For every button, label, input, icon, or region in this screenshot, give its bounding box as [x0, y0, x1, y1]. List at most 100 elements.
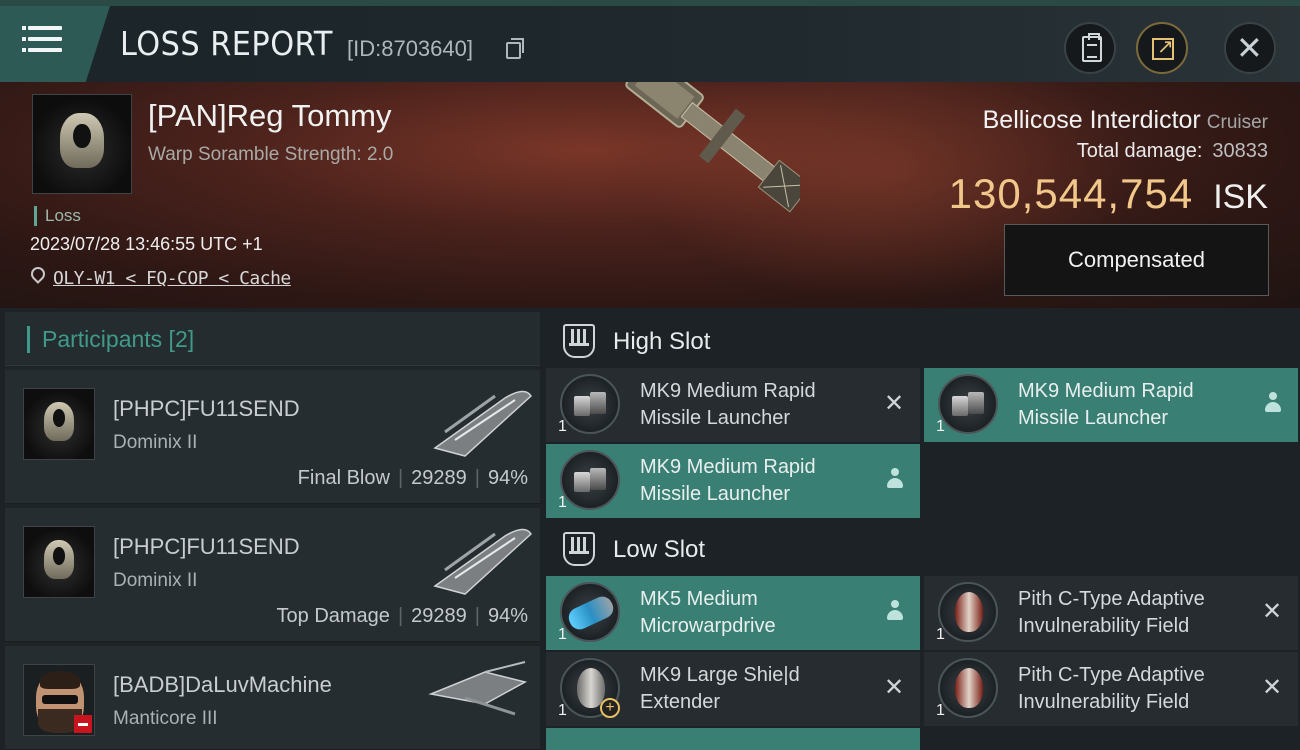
module-item-partial[interactable] — [546, 728, 920, 750]
participant-stats: Final Blow | 29289 | 94% — [297, 467, 528, 489]
module-name: MK5 Medium Microwarpdrive — [640, 588, 776, 637]
participant-ship-render — [433, 528, 532, 595]
module-item[interactable]: 1 MK9 Medium Rapid Missile Launcher ✕ — [546, 368, 920, 442]
module-item[interactable]: 1 Pith C-Type Adaptive Invulnerability Fi… — [924, 652, 1298, 726]
module-name: MK9 Medium Rapid Missile Launcher — [640, 456, 816, 505]
isk-amount: 130,544,754 — [948, 170, 1194, 217]
negative-standing-icon — [74, 715, 92, 733]
victim-subtitle: Warp Soramble Strength: 2.0 — [148, 144, 394, 165]
share-button[interactable] — [1136, 22, 1188, 74]
victim-portrait[interactable] — [32, 94, 132, 194]
isk-currency: ISK — [1213, 178, 1268, 216]
helmet-avatar — [43, 401, 75, 441]
participant-stats: Top Damage | 29289 | 94% — [276, 605, 528, 627]
participants-panel: Participants [2] [PHPC]FU11SEND Dominix … — [5, 312, 540, 750]
participant-damage: 29289 — [411, 467, 467, 489]
microwarpdrive-icon — [560, 582, 620, 642]
participant-name: [PHPC]FU11SEND — [113, 396, 300, 421]
participant-percent: 94% — [487, 605, 528, 627]
participant-card[interactable]: [PHPC]FU11SEND Dominix II Final Blow | 292… — [5, 370, 540, 504]
module-item[interactable]: + 1 MK9 Large Shie|d Extender ✕ — [546, 652, 920, 726]
menu-button[interactable] — [0, 6, 110, 82]
participant-card[interactable]: [PHPC]FU11SEND Dominix II Top Damage | 292… — [5, 508, 540, 642]
ship-name: Bellicose Interdictor — [982, 106, 1201, 134]
victim-name[interactable]: [PAN]Reg Tommy — [148, 98, 391, 134]
participant-portrait — [23, 526, 95, 598]
loss-timestamp: 2023/07/28 13:46:55 UTC +1 — [30, 234, 263, 254]
high-slot-label: High Slot — [613, 328, 711, 355]
module-quantity: 1 — [558, 702, 567, 719]
hamburger-icon — [22, 26, 62, 30]
module-quantity: 1 — [558, 626, 567, 643]
total-damage-label: Total damage: — [1076, 140, 1203, 162]
hamburger-icon-line — [22, 37, 62, 41]
loss-tag: Loss — [34, 206, 81, 226]
total-damage-value: 30833 — [1212, 140, 1268, 162]
module-name: MK9 Medium Rapid Missile Launcher — [1018, 380, 1194, 429]
module-item[interactable]: 1 MK9 Medium Rapid Missile Launcher — [546, 444, 920, 518]
victim-banner: [PAN]Reg Tommy Warp Soramble Strength: 2… — [0, 82, 1300, 308]
page-title: LOSS REPORT — [120, 24, 333, 63]
high-slot-icon — [563, 324, 595, 358]
participant-role: Top Damage — [276, 605, 390, 627]
low-slot-header: Low Slot — [545, 520, 1300, 580]
dropped-person-icon — [886, 468, 904, 490]
module-name: MK9 Medium Rapid Missile Launcher — [640, 380, 816, 429]
copy-icon[interactable] — [506, 38, 524, 59]
participant-damage: 29289 — [411, 605, 467, 627]
shield-extender-icon: + — [560, 658, 620, 718]
hamburger-icon-line — [22, 48, 62, 52]
participant-ship: Dominix II — [113, 432, 198, 453]
destroyed-icon: ✕ — [1261, 673, 1283, 701]
launcher-icon — [938, 374, 998, 434]
ship-class: Cruiser — [1206, 112, 1268, 133]
participants-header: Participants [2] — [5, 312, 540, 366]
module-item[interactable]: 1 Pith C-Type Adaptive Invulnerability Fi… — [924, 576, 1298, 650]
module-name: Pith C-Type Adaptive Invulnerability Fiel… — [1018, 588, 1205, 637]
helmet-avatar — [60, 112, 104, 168]
destroyed-icon: ✕ — [883, 389, 905, 417]
participant-card[interactable]: [BADB]DaLuvMachine Manticore III — [5, 646, 540, 750]
module-name: Pith C-Type Adaptive Invulnerability Fiel… — [1018, 664, 1205, 713]
close-button[interactable]: ✕ — [1224, 22, 1276, 74]
top-bar: LOSS REPORT [ID:8703640] ✕ — [0, 0, 1300, 82]
compensated-button[interactable]: Compensated — [1004, 224, 1269, 296]
module-quantity: 1 — [936, 418, 945, 435]
participant-portrait — [23, 664, 95, 736]
participant-name: [BADB]DaLuvMachine — [113, 672, 332, 697]
module-quantity: 1 — [558, 494, 567, 511]
destroyed-icon: ✕ — [883, 673, 905, 701]
invulnerability-field-icon — [938, 658, 998, 718]
ship-type[interactable]: Bellicose Interdictor Cruiser — [983, 106, 1268, 135]
module-quantity: 1 — [558, 418, 567, 435]
dropped-person-icon — [886, 600, 904, 622]
module-item[interactable]: 1 MK9 Medium Rapid Missile Launcher — [924, 368, 1298, 442]
participant-percent: 94% — [487, 467, 528, 489]
invulnerability-field-icon — [938, 582, 998, 642]
clipboard-icon — [1082, 33, 1102, 62]
victim-ship-render — [625, 82, 800, 213]
participant-name: [PHPC]FU11SEND — [113, 534, 300, 559]
destroyed-icon: ✕ — [1261, 597, 1283, 625]
low-slot-label: Low Slot — [613, 536, 706, 563]
total-damage: Total damage: 30833 — [1077, 140, 1268, 163]
low-slot-icon — [563, 532, 595, 566]
participant-role: Final Blow — [297, 467, 390, 489]
close-icon: ✕ — [1236, 29, 1263, 67]
report-id: [ID:8703640] — [347, 36, 473, 61]
participant-ship: Manticore III — [113, 708, 218, 729]
dropped-person-icon — [1264, 392, 1282, 414]
participant-ship-render — [433, 390, 532, 457]
module-name: MK9 Large Shie|d Extender — [640, 664, 800, 713]
isk-value: 130,544,754 ISK — [949, 170, 1268, 218]
module-quantity: 1 — [936, 626, 945, 643]
high-slot-header: High Slot — [545, 312, 1300, 372]
participant-portrait — [23, 388, 95, 460]
module-item[interactable]: 1 MK5 Medium Microwarpdrive — [546, 576, 920, 650]
launcher-icon — [560, 450, 620, 510]
location-link[interactable]: OLY-W1 < FQ-COP < Cache — [53, 268, 291, 289]
launcher-icon — [560, 374, 620, 434]
clipboard-button[interactable] — [1064, 22, 1116, 74]
module-quantity: 1 — [936, 702, 945, 719]
participant-ship-render — [428, 661, 528, 716]
